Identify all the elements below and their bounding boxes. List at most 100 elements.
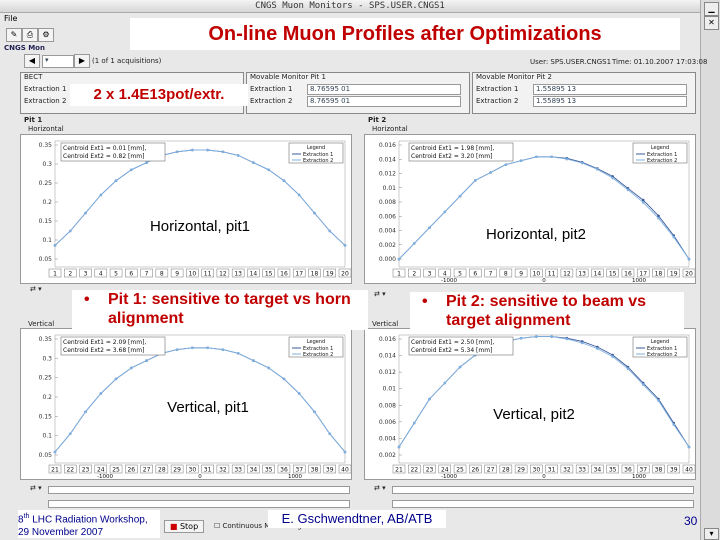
data-point bbox=[672, 423, 676, 426]
x-mm-label: -1000 bbox=[441, 474, 457, 480]
data-point bbox=[53, 244, 57, 247]
data-point bbox=[328, 229, 332, 233]
footer-workshop-sup: th bbox=[23, 513, 30, 520]
window-title-bar[interactable]: CNGS Muon Monitors - SPS.USER.CNGS1 bbox=[0, 0, 700, 13]
centroid-ext1: Centroid Ext1 = 1.98 [mm], bbox=[411, 145, 494, 152]
y-tick-label: 0.006 bbox=[379, 213, 396, 220]
x-tick-label: 35 bbox=[609, 467, 617, 474]
data-point bbox=[626, 188, 630, 192]
stop-button[interactable]: ■ Stop bbox=[164, 520, 204, 533]
muon1-panel: Movable Monitor Pit 1 Extraction 1 Extra… bbox=[246, 72, 470, 114]
centroid-ext2: Centroid Ext2 = 5.34 [mm] bbox=[411, 347, 492, 354]
data-point bbox=[565, 337, 569, 341]
x-tick-label: 19 bbox=[326, 271, 334, 278]
muon2-panel-title: Movable Monitor Pit 2 bbox=[476, 73, 552, 81]
y-tick-label: 0.05 bbox=[39, 452, 53, 459]
x-tick-label: 23 bbox=[82, 467, 90, 474]
pit1-horizontal-slider-label: ⇄ ▾ bbox=[30, 285, 42, 293]
x-tick-label: 11 bbox=[548, 271, 556, 278]
x-tick-label: 33 bbox=[578, 467, 586, 474]
centroid-ext1: Centroid Ext1 = 2.09 [mm], bbox=[63, 339, 146, 346]
x-tick-label: 17 bbox=[639, 271, 647, 278]
data-point bbox=[641, 198, 645, 202]
x-tick-label: 22 bbox=[66, 467, 74, 474]
x-tick-label: 25 bbox=[456, 467, 464, 474]
data-point bbox=[130, 168, 133, 172]
data-point bbox=[282, 377, 286, 381]
edit-icon[interactable]: ✎ bbox=[6, 28, 22, 42]
y-tick-label: 0.35 bbox=[39, 142, 53, 149]
x-tick-label: 5 bbox=[458, 271, 462, 278]
data-point bbox=[297, 193, 301, 197]
x-tick-label: 39 bbox=[326, 467, 334, 474]
vertical-scrollbar[interactable]: ▁ ✕ ▾ bbox=[700, 0, 720, 540]
data-point bbox=[443, 210, 447, 214]
data-point bbox=[580, 341, 584, 345]
x-tick-label: 1 bbox=[397, 271, 401, 278]
centroid-ext1: Centroid Ext1 = 0.01 [mm], bbox=[63, 145, 146, 152]
muon1-row-2: Extraction 2 bbox=[250, 97, 293, 105]
data-point bbox=[626, 367, 630, 370]
x-tick-label: 10 bbox=[189, 271, 197, 278]
app-window: CNGS Muon Monitors - SPS.USER.CNGS1 ▁ ✕ … bbox=[0, 0, 720, 540]
y-tick-label: 0.15 bbox=[39, 413, 53, 420]
pit1-vertical-scroll-2[interactable] bbox=[48, 500, 350, 508]
centroid-ext2: Centroid Ext2 = 3.20 [mm] bbox=[411, 153, 492, 160]
data-point bbox=[313, 211, 316, 215]
data-point bbox=[687, 445, 691, 449]
tab-vertical-pit1[interactable]: Vertical bbox=[28, 320, 54, 328]
y-tick-label: 0.014 bbox=[379, 353, 396, 360]
x-mm-label: 0 bbox=[542, 474, 546, 480]
tab-horizontal-pit1[interactable]: Horizontal bbox=[28, 125, 64, 133]
x-tick-label: 13 bbox=[578, 271, 586, 278]
tab-horizontal-pit2[interactable]: Horizontal bbox=[372, 125, 408, 133]
data-point bbox=[328, 432, 332, 436]
pit2-vertical-scroll[interactable] bbox=[392, 486, 694, 494]
y-tick-label: 0.15 bbox=[39, 218, 53, 225]
x-tick-label: 29 bbox=[517, 467, 525, 474]
y-tick-label: 0.01 bbox=[383, 386, 397, 393]
x-mm-label: 0 bbox=[542, 278, 546, 284]
label-vertical-pit2: Vertical, pit2 bbox=[478, 404, 590, 426]
tools-icon[interactable]: ⚙ bbox=[38, 28, 54, 42]
x-mm-label: 1000 bbox=[288, 474, 302, 480]
tab-vertical-pit2[interactable]: Vertical bbox=[372, 320, 398, 328]
x-tick-label: 34 bbox=[250, 467, 258, 474]
data-point bbox=[191, 346, 194, 350]
next-acquisition-button[interactable]: ▶ bbox=[74, 54, 90, 68]
pit1-vertical-scroll[interactable] bbox=[48, 486, 350, 494]
data-point bbox=[175, 150, 179, 154]
data-point bbox=[504, 163, 508, 166]
print-icon[interactable]: ⎙ bbox=[22, 28, 38, 42]
y-tick-label: 0.012 bbox=[379, 171, 396, 178]
data-point bbox=[114, 179, 118, 182]
muon2-row-2: Extraction 2 bbox=[476, 97, 519, 105]
minimize-button[interactable]: ▁ bbox=[704, 2, 719, 16]
centroid-ext2: Centroid Ext2 = 0.82 [mm] bbox=[63, 153, 144, 160]
footer-workshop-text: LHC Radiation Workshop, bbox=[32, 514, 148, 526]
window-title: CNGS Muon Monitors - SPS.USER.CNGS1 bbox=[255, 1, 445, 11]
data-point bbox=[267, 168, 270, 172]
chart-horizontal-pit1: 0.350.30.250.20.150.10.051 2 3 4 5 6 7 8 9 10 11 12… bbox=[20, 134, 352, 284]
x-tick-label: 21 bbox=[395, 467, 403, 474]
data-point bbox=[175, 348, 179, 351]
acquisition-select[interactable]: ▾ bbox=[42, 55, 74, 68]
data-point bbox=[191, 148, 194, 152]
data-point bbox=[252, 359, 255, 362]
data-point bbox=[428, 397, 431, 401]
x-tick-label: 31 bbox=[548, 467, 556, 474]
time-label: Time: 01.10.2007 17:03:08 bbox=[612, 58, 708, 66]
pit2-vertical-scroll-2[interactable] bbox=[392, 500, 694, 508]
close-icon[interactable]: ✕ bbox=[704, 16, 719, 30]
prev-acquisition-button[interactable]: ◀ bbox=[24, 54, 40, 68]
label-vertical-pit1: Vertical, pit1 bbox=[152, 397, 264, 419]
tab-cngs-mon[interactable]: CNGS Mon bbox=[4, 44, 45, 52]
data-point bbox=[657, 216, 660, 220]
y-tick-label: 0.3 bbox=[42, 161, 52, 168]
muon2-value-1: 1.55895 13 bbox=[533, 84, 687, 95]
menu-file[interactable]: File bbox=[4, 14, 17, 23]
beam-row-2: Extraction 2 bbox=[24, 97, 67, 105]
data-point bbox=[611, 355, 614, 358]
scroll-down-icon[interactable]: ▾ bbox=[704, 528, 719, 540]
data-point bbox=[458, 365, 462, 369]
